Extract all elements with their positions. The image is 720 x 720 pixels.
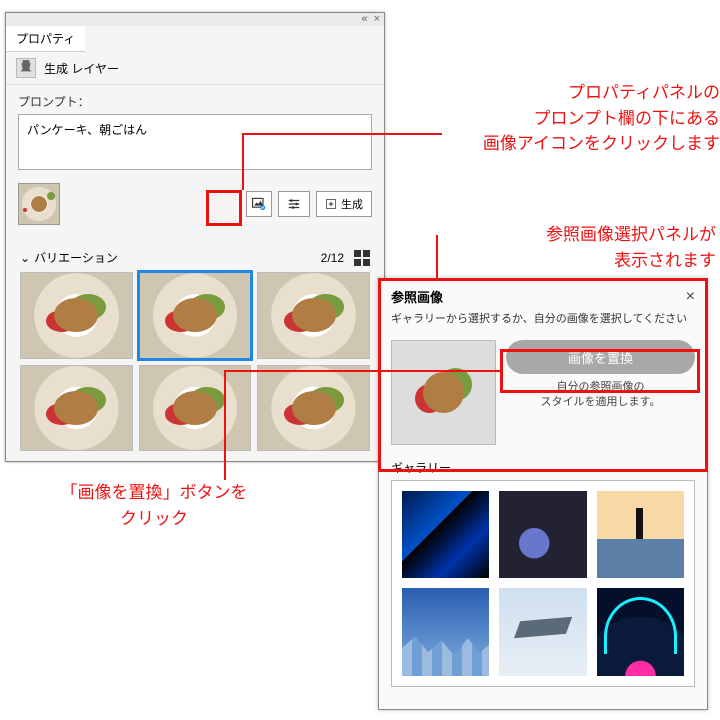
annotation-text: 「画像を置換」ボタンを クリック [34,480,274,531]
close-panel-icon[interactable]: × [374,14,380,25]
gallery-item[interactable] [597,588,684,675]
variation-thumb[interactable] [20,365,133,452]
panel-header: « × [6,13,384,26]
generation-layer-row: 生成 レイヤー [6,52,384,85]
gallery-item[interactable] [499,588,586,675]
generate-button-label: 生成 [341,196,363,212]
reference-thumbnail[interactable] [18,183,60,225]
variation-thumb[interactable] [139,365,252,452]
replace-image-button[interactable]: 画像を置換 [506,340,695,374]
generation-layer-label: 生成 レイヤー [44,60,119,77]
reference-description: 自分の参照画像の スタイルを適用します。 [541,380,661,411]
gallery-label: ギャラリー [379,449,707,480]
pin-icon[interactable] [16,58,36,78]
annotation-text: 参照画像選択パネルが 表示されます [446,222,716,273]
gallery-item[interactable] [597,491,684,578]
variation-thumb[interactable] [20,272,133,359]
generate-button[interactable]: 生成 [316,191,372,217]
annotation-text: プロパティパネルの プロンプト欄の下にある 画像アイコンをクリックします [450,80,720,157]
properties-panel: « × プロパティ 生成 レイヤー プロンプト： パンケーキ、朝ごはん 生成 [5,12,385,462]
variation-thumb[interactable] [257,365,370,452]
variation-label: バリエーション [34,249,118,266]
variation-header: ⌄ バリエーション 2/12 [6,225,384,272]
variation-count: 2/12 [321,251,344,265]
prompt-label: プロンプト： [6,85,384,114]
collapse-icon[interactable]: « [361,14,367,25]
variation-thumb[interactable] [257,272,370,359]
prompt-input[interactable]: パンケーキ、朝ごはん [18,114,372,170]
reference-panel-title: 参照画像 [391,287,443,306]
reference-panel-subtitle: ギャラリーから選択するか、自分の画像を選択してください [379,308,707,334]
gallery-item[interactable] [499,491,586,578]
prompt-toolbar: 生成 [6,173,384,225]
settings-button[interactable] [278,191,310,217]
close-icon[interactable]: × [686,288,695,306]
gallery-item[interactable] [402,588,489,675]
reference-preview[interactable] [391,340,496,445]
variation-grid [6,272,384,451]
annotation-connector [436,235,438,280]
variation-thumb[interactable] [139,272,252,359]
reference-image-icon[interactable] [246,191,272,217]
gallery-item[interactable] [402,491,489,578]
tab-properties[interactable]: プロパティ [6,26,85,52]
grid-view-icon[interactable] [354,250,370,266]
chevron-down-icon[interactable]: ⌄ [20,251,30,265]
reference-image-panel: 参照画像 × ギャラリーから選択するか、自分の画像を選択してください 画像を置換… [378,278,708,710]
gallery-grid [391,480,695,687]
